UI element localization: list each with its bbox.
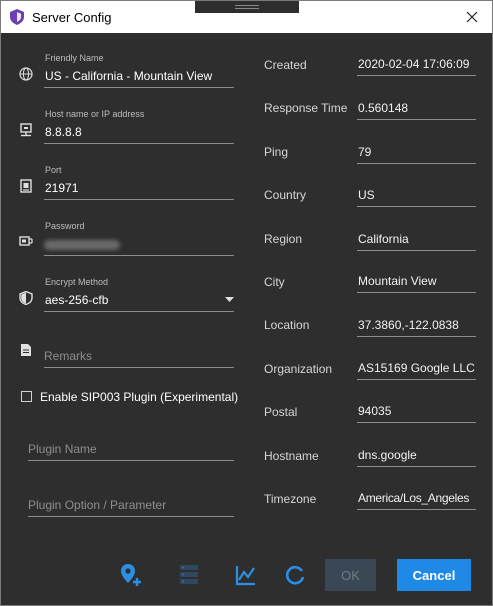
- password-label: Password: [45, 221, 85, 231]
- info-label-response-time: Response Time: [264, 101, 348, 115]
- info-value-postal: 94035: [358, 404, 392, 418]
- plugin-name-placeholder[interactable]: Plugin Name: [28, 442, 97, 456]
- chart-button[interactable]: [233, 562, 259, 588]
- info-label-ping: Ping: [264, 145, 289, 159]
- password-value-masked[interactable]: [44, 240, 120, 250]
- drag-handle[interactable]: [195, 1, 299, 13]
- title-bar[interactable]: Server Config: [1, 1, 492, 33]
- info-value-created: 2020-02-04 17:06:09: [358, 57, 470, 71]
- info-value-city: Mountain View: [358, 274, 437, 288]
- globe-icon: [19, 67, 33, 81]
- encrypt-method-label: Encrypt Method: [45, 277, 109, 287]
- info-label-timezone: Timezone: [264, 492, 317, 506]
- shield-icon: [19, 291, 33, 305]
- window-title: Server Config: [32, 10, 112, 25]
- sip003-checkbox[interactable]: [21, 391, 32, 402]
- server-icon: [180, 565, 198, 584]
- ok-button[interactable]: OK: [325, 559, 376, 591]
- sip003-label[interactable]: Enable SIP003 Plugin (Experimental): [40, 390, 238, 404]
- password-icon: [19, 236, 33, 246]
- friendly-name-value[interactable]: US - California - Mountain View: [45, 69, 212, 83]
- host-value[interactable]: 8.8.8.8: [45, 125, 82, 139]
- info-label-organization: Organization: [264, 362, 333, 376]
- info-label-city: City: [264, 275, 285, 289]
- close-button[interactable]: [452, 1, 492, 33]
- chevron-down-icon[interactable]: [225, 297, 234, 302]
- close-icon: [466, 11, 478, 23]
- remarks-placeholder[interactable]: Remarks: [44, 349, 92, 363]
- info-value-region: California: [358, 232, 409, 246]
- server-config-window: Server Config Friendly Name US - Califor…: [0, 0, 493, 606]
- encrypt-method-value[interactable]: aes-256-cfb: [45, 293, 108, 307]
- info-label-location: Location: [264, 318, 310, 332]
- info-value-organization: AS15169 Google LLC: [358, 361, 475, 375]
- refresh-button[interactable]: [282, 562, 308, 588]
- info-label-created: Created: [264, 58, 307, 72]
- port-icon: [20, 179, 32, 193]
- info-label-postal: Postal: [264, 405, 298, 419]
- info-value-ping: 79: [358, 145, 372, 159]
- info-label-country: Country: [264, 188, 307, 202]
- info-label-hostname: Hostname: [264, 449, 319, 463]
- add-location-icon: [121, 564, 141, 586]
- add-location-button[interactable]: [118, 562, 144, 588]
- chart-icon: [235, 566, 255, 586]
- info-value-country: US: [358, 188, 375, 202]
- refresh-icon: [285, 565, 305, 585]
- dialog-content: Friendly Name US - California - Mountain…: [1, 33, 492, 605]
- friendly-name-label: Friendly Name: [45, 53, 104, 63]
- plugin-option-placeholder[interactable]: Plugin Option / Parameter: [28, 498, 166, 512]
- port-value[interactable]: 21971: [45, 181, 78, 195]
- info-value-location: 37.3860,-122.0838: [358, 318, 459, 332]
- cancel-button[interactable]: Cancel: [397, 559, 471, 591]
- info-value-timezone: America/Los_Angeles: [358, 491, 470, 505]
- shield-app-icon: [10, 9, 24, 25]
- document-icon: [21, 344, 31, 356]
- port-label: Port: [45, 165, 62, 175]
- server-button[interactable]: [176, 562, 202, 588]
- info-label-region: Region: [264, 232, 303, 246]
- info-value-hostname: dns.google: [358, 448, 417, 462]
- info-value-response-time: 0.560148: [358, 101, 409, 115]
- host-icon: [20, 123, 32, 137]
- host-label: Host name or IP address: [45, 109, 145, 119]
